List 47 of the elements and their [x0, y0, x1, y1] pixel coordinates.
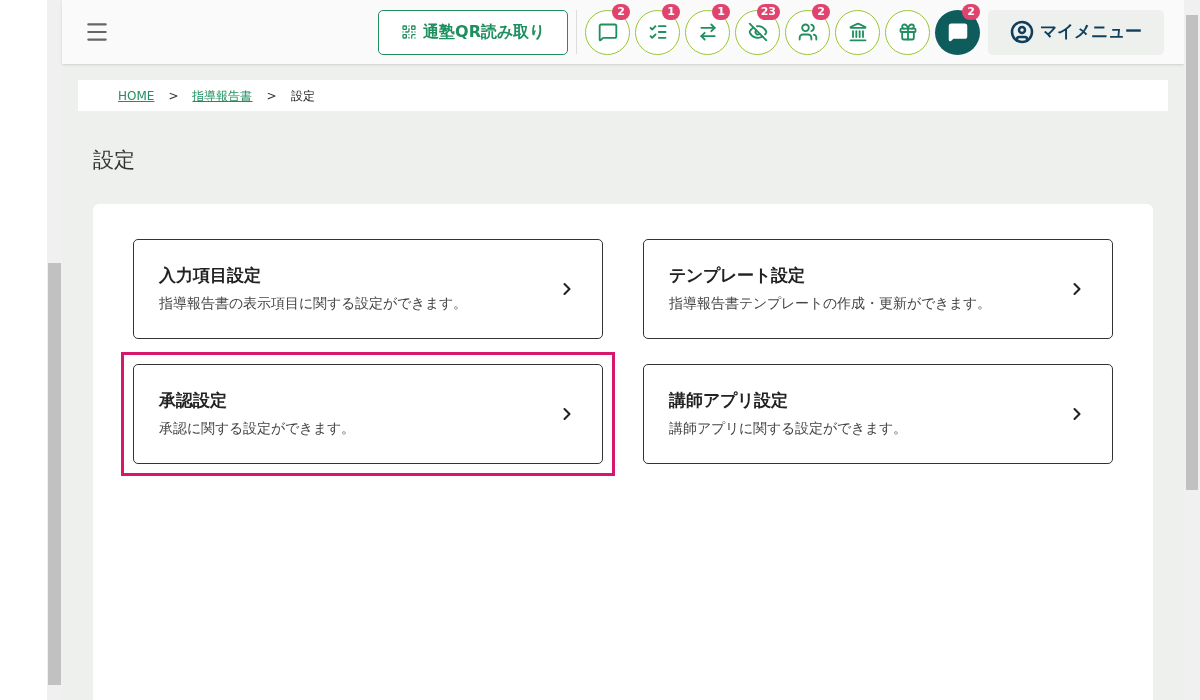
notification-badge: 2 — [962, 3, 980, 20]
breadcrumb-link[interactable]: 指導報告書 — [192, 86, 253, 105]
header-icon-button[interactable] — [735, 9, 780, 55]
header-icon-button[interactable] — [835, 9, 880, 55]
chat-icon — [947, 22, 968, 42]
header-icon-button[interactable] — [885, 9, 930, 55]
qr-code-icon — [401, 24, 418, 40]
notification-badge: 1 — [712, 3, 730, 20]
header-icon-button[interactable] — [685, 9, 730, 55]
my-menu-button[interactable]: マイメニュー — [988, 9, 1164, 55]
header-icon-button[interactable] — [585, 9, 630, 55]
header-icon-button[interactable] — [635, 9, 680, 55]
card-description: 指導報告書テンプレートの作成・更新ができます。 — [669, 293, 992, 313]
card-title: 講師アプリ設定 — [669, 389, 789, 413]
checklist-icon — [647, 22, 668, 42]
notification-badge: 2 — [812, 3, 830, 20]
breadcrumb-link[interactable]: HOME — [118, 86, 155, 105]
scrollbar[interactable] — [1184, 0, 1200, 700]
card-title: 承認設定 — [159, 389, 228, 413]
breadcrumb-separator: > — [266, 87, 277, 105]
breadcrumb-separator: > — [168, 87, 179, 105]
qr-reader-button[interactable]: 通塾QR読み取り — [378, 9, 568, 55]
bank-icon — [847, 22, 868, 42]
card-description: 講師アプリに関する設定ができます。 — [669, 418, 908, 438]
page-title: 設定 — [93, 147, 136, 174]
notification-badge: 23 — [756, 3, 780, 20]
scrollbar[interactable] — [47, 0, 62, 700]
people-icon — [797, 22, 818, 42]
notification-badge: 2 — [612, 3, 630, 20]
card-title: テンプレート設定 — [669, 264, 806, 288]
user-icon — [1010, 20, 1034, 44]
notification-badge: 1 — [662, 3, 680, 20]
settings-card[interactable]: 承認設定 承認に関する設定ができます。 — [133, 363, 603, 464]
card-title: 入力項目設定 — [159, 264, 262, 288]
header-icon-button[interactable] — [785, 9, 830, 55]
card-description: 指導報告書の表示項目に関する設定ができます。 — [159, 293, 468, 313]
settings-card[interactable]: 講師アプリ設定 講師アプリに関する設定ができます。 — [643, 363, 1113, 464]
scroll-thumb[interactable] — [48, 263, 61, 685]
speech-bubble-icon — [597, 22, 618, 42]
scroll-thumb[interactable] — [1186, 15, 1198, 490]
settings-card[interactable]: テンプレート設定 指導報告書テンプレートの作成・更新ができます。 — [643, 238, 1113, 339]
breadcrumb-current: 設定 — [290, 87, 315, 105]
eye-off-icon — [747, 22, 768, 42]
gift-icon — [897, 22, 918, 42]
settings-card[interactable]: 入力項目設定 指導報告書の表示項目に関する設定ができます。 — [133, 238, 603, 339]
header-icon-button[interactable] — [935, 9, 980, 55]
card-description: 承認に関する設定ができます。 — [159, 418, 356, 438]
